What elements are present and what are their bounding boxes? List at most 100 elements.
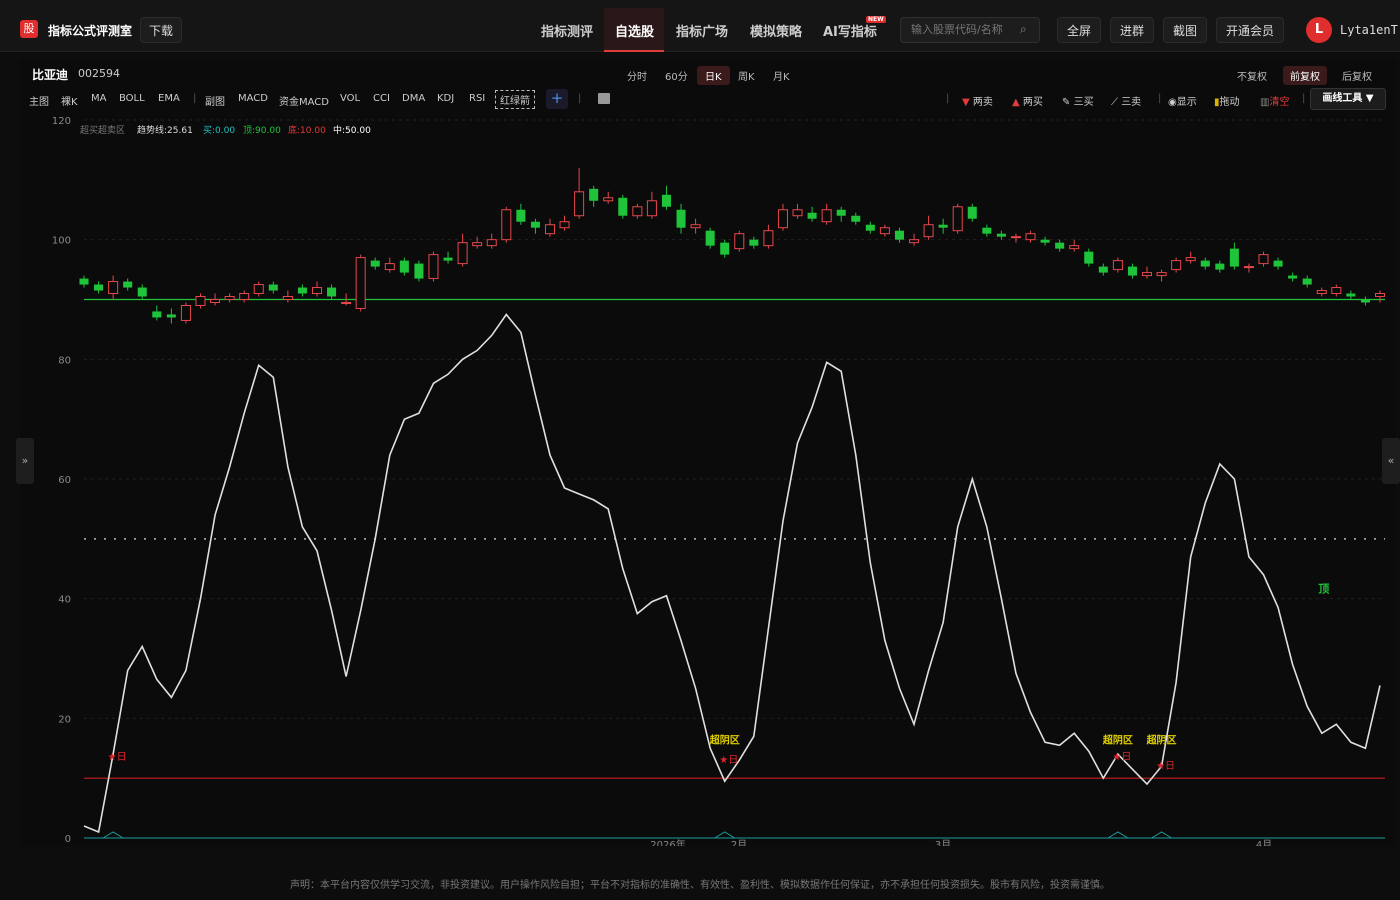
candle-body bbox=[195, 296, 206, 306]
candle-body bbox=[123, 281, 133, 288]
candle-body bbox=[1302, 278, 1312, 285]
candle-body bbox=[865, 224, 875, 231]
candle-body bbox=[996, 233, 1006, 237]
candle-body bbox=[94, 284, 104, 291]
candle-body bbox=[851, 215, 861, 222]
candle-body bbox=[574, 191, 585, 217]
candle-body bbox=[166, 314, 176, 318]
candle-body bbox=[355, 257, 366, 309]
candle-body bbox=[1084, 251, 1094, 264]
candle-body bbox=[982, 227, 992, 234]
candle-body bbox=[967, 206, 977, 219]
candle-body bbox=[1288, 275, 1298, 279]
zone-label: 超阴区 bbox=[1102, 733, 1133, 746]
candle-body bbox=[414, 263, 424, 279]
candle-body bbox=[79, 278, 89, 285]
candle-body bbox=[516, 209, 526, 222]
legend-bottom: 底:10.00 bbox=[288, 126, 326, 136]
candle-body bbox=[501, 209, 512, 241]
candle-body bbox=[1215, 263, 1225, 270]
candle-body bbox=[239, 293, 250, 300]
candle-body bbox=[1200, 260, 1210, 267]
candle-body bbox=[1346, 293, 1356, 297]
candle-body bbox=[224, 296, 235, 300]
candle-body bbox=[952, 206, 963, 232]
legend-label: 超买超卖区 bbox=[80, 126, 126, 136]
y-tick-label: 100 bbox=[52, 236, 71, 247]
candle-body bbox=[457, 242, 468, 265]
signal-label: ★日 bbox=[1156, 761, 1175, 772]
candle-body bbox=[210, 299, 221, 303]
signal-label: ★日 bbox=[719, 755, 738, 766]
candle-body bbox=[282, 296, 293, 300]
candle-body bbox=[1360, 299, 1370, 303]
plot-bottom-mask bbox=[20, 846, 1396, 858]
candle-body bbox=[180, 304, 191, 321]
candle-body bbox=[530, 221, 540, 228]
candle-body bbox=[1025, 233, 1036, 241]
candle-body bbox=[1112, 260, 1123, 271]
candle-body bbox=[821, 209, 832, 223]
candle-body bbox=[486, 239, 497, 247]
legend-trend: 趋势线:25.61 bbox=[137, 126, 193, 136]
y-tick-label: 20 bbox=[58, 714, 71, 725]
buy-bump bbox=[1151, 831, 1172, 839]
candle-body bbox=[836, 209, 846, 216]
candle-body bbox=[137, 287, 147, 297]
candle-body bbox=[1127, 266, 1137, 276]
candle-body bbox=[399, 260, 409, 273]
candle-body bbox=[1098, 266, 1108, 273]
candle-body bbox=[311, 287, 323, 295]
candle-body bbox=[1156, 272, 1167, 277]
candle-body bbox=[894, 230, 904, 240]
legend-buy: 买:0.00 bbox=[203, 126, 236, 136]
candle-body bbox=[443, 257, 453, 261]
candle-body bbox=[1010, 236, 1021, 239]
candle-body bbox=[1055, 242, 1065, 249]
candle-body bbox=[472, 242, 483, 247]
candle-body bbox=[108, 281, 119, 295]
candle-body bbox=[909, 239, 920, 244]
buy-bump bbox=[1107, 831, 1129, 839]
candle-body bbox=[720, 242, 730, 255]
candle-body bbox=[632, 206, 643, 217]
candle-body bbox=[268, 284, 278, 291]
buy-bump bbox=[102, 831, 124, 839]
top-signal-label: 顶 bbox=[1318, 583, 1329, 596]
y-tick-label: 60 bbox=[58, 475, 71, 486]
candle-body bbox=[1141, 272, 1153, 277]
candle-body bbox=[603, 197, 614, 202]
candle-body bbox=[777, 209, 788, 229]
legend-mid: 中:50.00 bbox=[333, 126, 371, 136]
candle-body bbox=[559, 221, 570, 229]
candle-body bbox=[879, 227, 890, 235]
candle-body bbox=[1331, 287, 1342, 295]
candle-body bbox=[938, 224, 948, 228]
candle-body bbox=[763, 230, 774, 247]
candle-body bbox=[807, 212, 817, 219]
candle-body bbox=[705, 230, 715, 246]
zone-label: 超阴区 bbox=[1146, 733, 1177, 746]
signal-label: ★日 bbox=[108, 752, 127, 763]
candle-body bbox=[327, 287, 337, 297]
candle-body bbox=[1374, 293, 1386, 298]
candle-body bbox=[1316, 290, 1327, 295]
candle-body bbox=[341, 301, 352, 304]
candle-body bbox=[297, 287, 307, 294]
zone-label: 超阴区 bbox=[709, 733, 740, 746]
candle-body bbox=[1171, 260, 1182, 271]
candle-body bbox=[370, 260, 380, 267]
candle-body bbox=[1273, 260, 1283, 267]
candle-body bbox=[1243, 266, 1254, 269]
candle-body bbox=[544, 224, 555, 235]
disclaimer: 声明：本平台内容仅供学习交流，非投资建议。用户操作风险自担；平台不对指标的准确性… bbox=[290, 880, 1110, 891]
candle-body bbox=[152, 311, 162, 318]
candle-body bbox=[661, 194, 671, 207]
buy-bump bbox=[714, 831, 735, 839]
candle-body bbox=[690, 224, 701, 229]
candle-body bbox=[1040, 239, 1050, 243]
candle-body bbox=[792, 209, 803, 217]
y-tick-label: 0 bbox=[65, 834, 71, 845]
candle-body bbox=[253, 284, 264, 295]
candle-body bbox=[676, 209, 686, 228]
